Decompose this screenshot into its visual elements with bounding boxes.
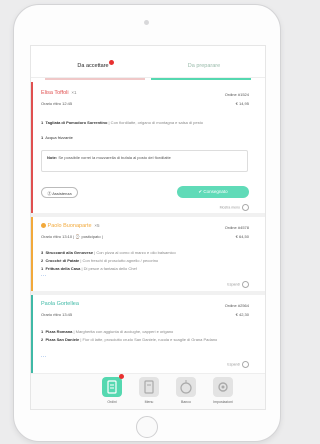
camera bbox=[144, 20, 149, 25]
order-number: Ordine #4578 bbox=[224, 225, 249, 230]
customer-name: Paolo Buonaparte ×5 bbox=[41, 223, 100, 229]
nav-label: Menu bbox=[144, 400, 154, 404]
show-less-link[interactable]: Mostra meno bbox=[220, 204, 249, 211]
order-number: Ordine #2564 bbox=[224, 303, 249, 308]
item-name: Pizza Romana bbox=[45, 329, 73, 334]
expand-link[interactable]: Espandi bbox=[227, 281, 249, 288]
item-qty: 3 bbox=[41, 250, 44, 255]
nav-settings[interactable]: Impostazioni bbox=[205, 374, 241, 409]
expand-text: Espandi bbox=[227, 282, 241, 287]
pickup-time: Orario ritiro 13:45 bbox=[41, 312, 73, 317]
order-card-2: Paolo Buonaparte ×5 Ordine #4578 Orario … bbox=[31, 217, 265, 291]
item-name: Crocchè di Patate bbox=[45, 258, 80, 263]
nav-label: Banco bbox=[181, 400, 191, 404]
customer-name: Paola Gortellea bbox=[41, 301, 79, 307]
order-number: Ordine #1524 bbox=[224, 92, 249, 97]
order-item: 2 Crocchè di Patate | Con freschi di pro… bbox=[41, 258, 158, 263]
nav-menu[interactable]: Menu bbox=[131, 374, 167, 409]
item-qty: 1 bbox=[41, 266, 44, 271]
tab-indicator-to-accept bbox=[45, 78, 145, 80]
order-item: 2 Pizza San Daniele | Fior di latte, pro… bbox=[41, 337, 251, 343]
note-text: Se possibile vorrei la mozzarella di buf… bbox=[58, 155, 171, 160]
people-count: ×1 bbox=[70, 90, 77, 95]
item-desc: | Fior di latte, prosciutto crudo San Da… bbox=[80, 337, 218, 342]
expand-icon bbox=[242, 361, 249, 368]
item-name: Pizza San Daniele bbox=[45, 337, 80, 342]
order-note: Note: Se possibile vorrei la mozzarella … bbox=[41, 150, 248, 172]
order-status-stripe bbox=[31, 217, 33, 291]
item-name: Tagliata di Pomodoro Sorrentino bbox=[45, 120, 108, 125]
item-qty: 1 bbox=[41, 135, 44, 140]
order-total: € 42,30 bbox=[235, 312, 249, 317]
order-tabs: Da accettare Da preparare bbox=[31, 46, 265, 78]
notification-badge bbox=[109, 60, 114, 65]
collapse-icon bbox=[242, 204, 249, 211]
expand-link[interactable]: Espandi bbox=[227, 361, 249, 368]
tab-indicator-to-prepare bbox=[151, 78, 251, 80]
customer-name-text: Elisa Toffoli bbox=[41, 90, 69, 96]
counter-icon bbox=[176, 377, 196, 397]
more-items-ellipsis: ... bbox=[41, 353, 47, 359]
item-qty: 1 bbox=[41, 120, 44, 125]
customer-name: Elisa Toffoli ×1 bbox=[41, 90, 77, 96]
orders-badge bbox=[119, 374, 124, 379]
order-item: 1 Acqua frizzante bbox=[41, 135, 73, 140]
clock-icon bbox=[41, 223, 46, 229]
order-card-3: Paola Gortellea Ordine #2564 Orario riti… bbox=[31, 295, 265, 373]
expand-text: Espandi bbox=[227, 362, 241, 367]
assistance-button[interactable]: Ⓩ Assistenza bbox=[41, 187, 78, 198]
settings-icon bbox=[213, 377, 233, 397]
item-desc: | Con pizza al corno di marzo e olio bal… bbox=[94, 250, 176, 255]
home-button[interactable] bbox=[136, 416, 158, 438]
item-name: Frittura della Casa bbox=[45, 266, 81, 271]
item-desc: | Margherita con aggiunta di acciughe, c… bbox=[73, 329, 174, 334]
app-screen: Da accettare Da preparare Elisa Toffoli … bbox=[30, 45, 266, 410]
order-item: 1 Pizza Romana | Margherita con aggiunta… bbox=[41, 329, 173, 334]
order-item: 1 Frittura della Casa | Di pesce a fanta… bbox=[41, 266, 137, 271]
pickup-time: Orario ritiro 12:45 bbox=[41, 101, 73, 106]
item-name: Struccanti alla Genovese bbox=[45, 250, 94, 255]
nav-counter[interactable]: Banco bbox=[168, 374, 204, 409]
delivered-button[interactable]: ✔ Consegnato bbox=[177, 186, 249, 198]
tab-to-accept[interactable]: Da accettare bbox=[38, 46, 148, 76]
item-desc: | Con fiordilatte, origano di montagna e… bbox=[108, 120, 203, 125]
note-label: Note: bbox=[47, 155, 58, 160]
tab-to-prepare[interactable]: Da preparare bbox=[149, 46, 259, 76]
more-items-ellipsis: ... bbox=[41, 272, 47, 278]
orders-icon bbox=[102, 377, 122, 397]
tablet-frame: Da accettare Da preparare Elisa Toffoli … bbox=[13, 4, 281, 442]
expand-icon bbox=[242, 281, 249, 288]
nav-label: Ordini bbox=[107, 400, 117, 404]
order-status-stripe bbox=[31, 295, 33, 373]
people-count: ×5 bbox=[93, 223, 100, 228]
nav-label: Impostazioni bbox=[213, 400, 233, 404]
item-qty: 1 bbox=[41, 329, 44, 334]
item-qty: 2 bbox=[41, 337, 44, 342]
show-less-text: Mostra meno bbox=[219, 205, 241, 210]
pickup-time: Orario ritiro 13:10 | ⌚ posticipato | bbox=[41, 234, 103, 239]
order-total: € 14,95 bbox=[235, 101, 249, 106]
order-total: € 64,50 bbox=[235, 234, 249, 239]
item-desc: | Con freschi di prosciutto agnello / pe… bbox=[80, 258, 159, 263]
customer-name-text: Paolo Buonaparte bbox=[47, 223, 92, 229]
order-item: 1 Tagliata di Pomodoro Sorrentino | Con … bbox=[41, 120, 203, 125]
item-desc: | Di pesce a fantasia dello Chef bbox=[81, 266, 137, 271]
menu-icon bbox=[139, 377, 159, 397]
order-item: 3 Struccanti alla Genovese | Con pizza a… bbox=[41, 250, 176, 255]
bottom-navigation: Ordini Menu Banco Impostazioni bbox=[31, 373, 265, 409]
item-name: Acqua frizzante bbox=[45, 135, 73, 140]
item-qty: 2 bbox=[41, 258, 44, 263]
nav-orders[interactable]: Ordini bbox=[94, 374, 130, 409]
